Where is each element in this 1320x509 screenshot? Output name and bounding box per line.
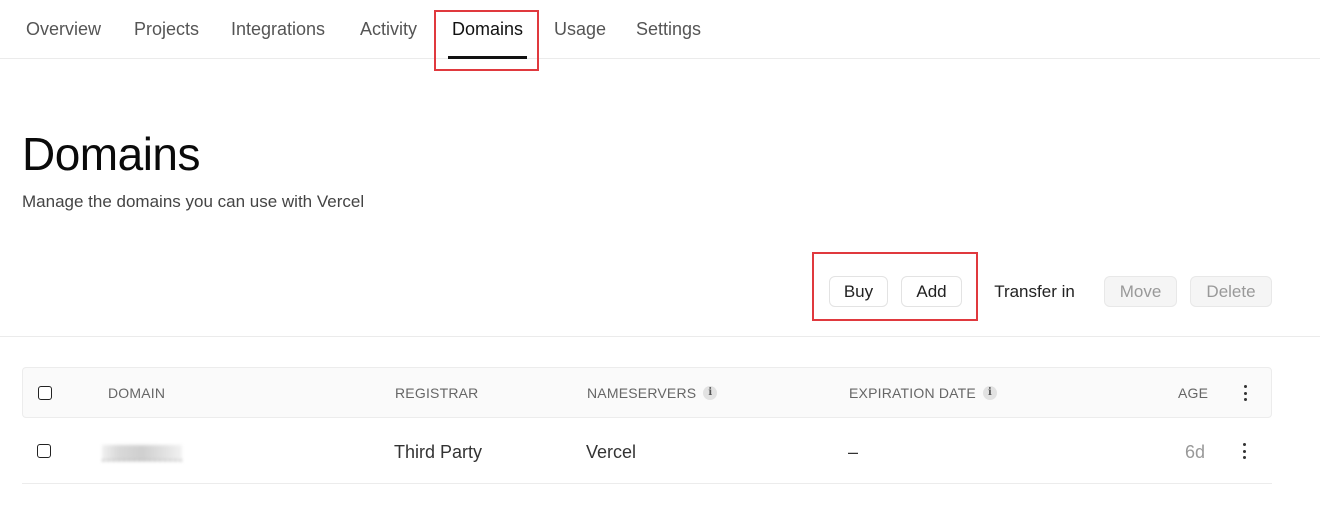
column-header-registrar[interactable]: REGISTRAR: [395, 385, 478, 401]
nameservers-cell: Vercel: [586, 442, 637, 462]
column-header-nameservers[interactable]: NAMESERVERS i: [587, 385, 718, 401]
domain-name-redacted[interactable]: [102, 445, 182, 461]
info-icon[interactable]: i: [703, 386, 718, 400]
tab-projects[interactable]: Projects: [134, 17, 199, 41]
tab-overview[interactable]: Overview: [26, 17, 101, 41]
more-options-icon[interactable]: [1237, 383, 1253, 403]
age-cell: 6d: [1185, 442, 1206, 462]
tab-domains[interactable]: Domains: [452, 17, 523, 41]
add-button[interactable]: Add: [901, 276, 962, 307]
column-header-expiration-date[interactable]: EXPIRATION DATE i: [849, 385, 997, 401]
row-more-options-icon[interactable]: [1236, 441, 1252, 461]
tab-settings[interactable]: Settings: [636, 17, 701, 41]
info-icon[interactable]: i: [982, 386, 997, 400]
column-label: DOMAIN: [108, 385, 166, 401]
buy-button[interactable]: Buy: [829, 276, 888, 307]
tab-usage[interactable]: Usage: [554, 17, 606, 41]
section-divider: [0, 336, 1320, 337]
table-row[interactable]: Third Party Vercel – 6d: [22, 419, 1272, 484]
column-label: NAMESERVERS: [587, 385, 697, 401]
column-header-domain[interactable]: DOMAIN: [108, 385, 165, 401]
tab-integrations[interactable]: Integrations: [231, 17, 325, 41]
table-header: DOMAIN REGISTRAR NAMESERVERS i EXPIRATIO…: [22, 367, 1272, 418]
tab-activity[interactable]: Activity: [360, 17, 417, 41]
page-title: Domains: [22, 128, 201, 180]
expiration-date-cell: –: [848, 442, 859, 462]
top-nav: Overview Projects Integrations Activity …: [0, 0, 1320, 59]
column-label: EXPIRATION DATE: [849, 385, 976, 401]
column-label: REGISTRAR: [395, 385, 479, 401]
move-button: Move: [1104, 276, 1177, 307]
page-subtitle: Manage the domains you can use with Verc…: [22, 192, 365, 211]
column-header-age[interactable]: AGE: [1178, 385, 1208, 401]
transfer-in-button[interactable]: Transfer in: [978, 276, 1091, 307]
active-tab-indicator: [448, 56, 527, 59]
select-all-checkbox[interactable]: [38, 386, 52, 400]
row-checkbox[interactable]: [37, 444, 51, 458]
registrar-cell: Third Party: [394, 442, 483, 462]
column-label: AGE: [1178, 385, 1209, 401]
delete-button: Delete: [1190, 276, 1272, 307]
